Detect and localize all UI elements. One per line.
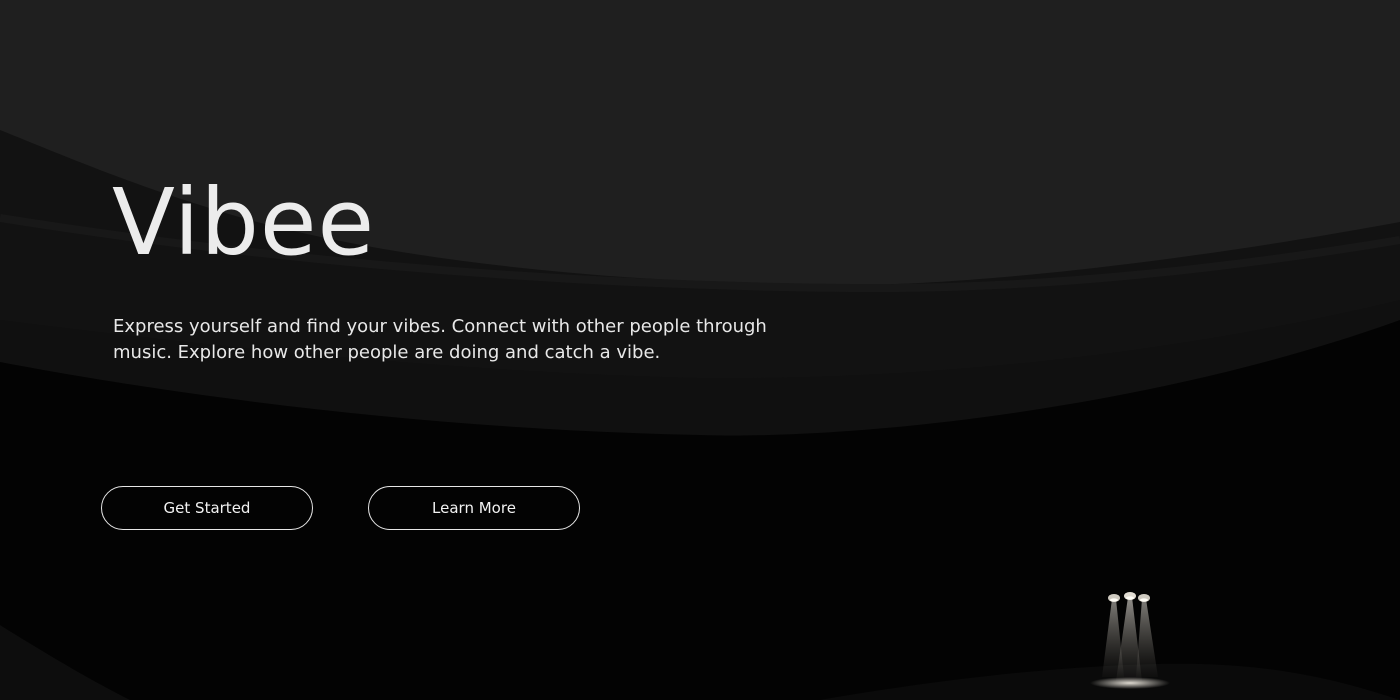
- spotlight-stage-icon: [1090, 592, 1170, 689]
- hero-tagline: Express yourself and find your vibes. Co…: [113, 316, 767, 363]
- page-title: Vibee: [112, 169, 376, 276]
- hero-section: Vibee Express yourself and find your vib…: [0, 0, 1400, 700]
- learn-more-button[interactable]: Learn More: [368, 486, 580, 530]
- get-started-button[interactable]: Get Started: [101, 486, 313, 530]
